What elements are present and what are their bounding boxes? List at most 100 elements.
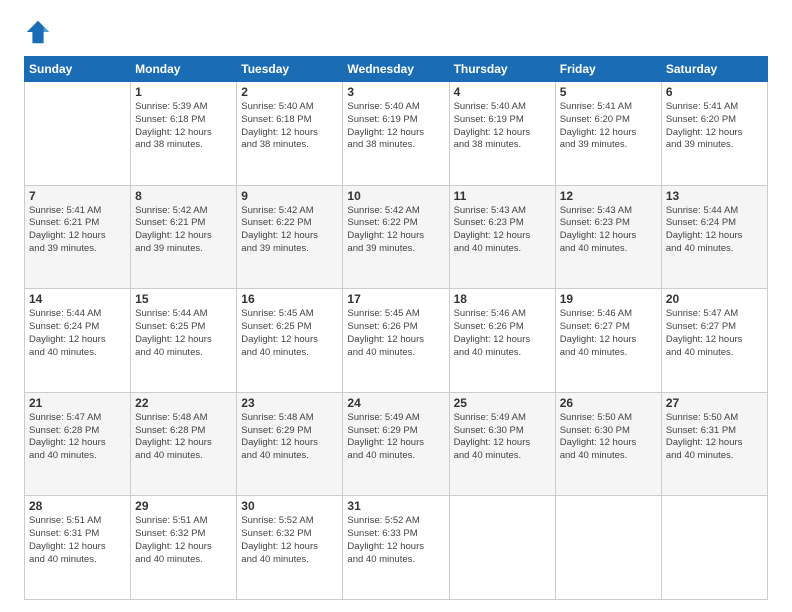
day-info: Sunrise: 5:45 AM Sunset: 6:26 PM Dayligh… bbox=[347, 308, 444, 359]
calendar-cell: 16 Sunrise: 5:45 AM Sunset: 6:25 PM Dayli… bbox=[237, 289, 343, 393]
calendar-week-row: 21 Sunrise: 5:47 AM Sunset: 6:28 PM Dayli… bbox=[25, 392, 768, 496]
day-info: Sunrise: 5:44 AM Sunset: 6:24 PM Dayligh… bbox=[666, 205, 763, 256]
calendar-cell: 4Sunrise: 5:40 AM Sunset: 6:19 PM Daylig… bbox=[449, 82, 555, 186]
day-info: Sunrise: 5:45 AM Sunset: 6:25 PM Dayligh… bbox=[241, 308, 338, 359]
calendar-cell bbox=[449, 496, 555, 600]
day-number: 8 bbox=[135, 189, 232, 203]
calendar-cell bbox=[661, 496, 767, 600]
day-info: Sunrise: 5:52 AM Sunset: 6:33 PM Dayligh… bbox=[347, 515, 444, 566]
calendar-cell: 22 Sunrise: 5:48 AM Sunset: 6:28 PM Dayli… bbox=[131, 392, 237, 496]
calendar-cell: 9 Sunrise: 5:42 AM Sunset: 6:22 PM Daylig… bbox=[237, 185, 343, 289]
day-info: Sunrise: 5:41 AM Sunset: 6:20 PM Dayligh… bbox=[666, 101, 763, 152]
day-info: Sunrise: 5:47 AM Sunset: 6:27 PM Dayligh… bbox=[666, 308, 763, 359]
calendar-day-header: Thursday bbox=[449, 57, 555, 82]
day-number: 12 bbox=[560, 189, 657, 203]
day-info: Sunrise: 5:43 AM Sunset: 6:23 PM Dayligh… bbox=[454, 205, 551, 256]
day-number: 26 bbox=[560, 396, 657, 410]
day-number: 1 bbox=[135, 85, 232, 99]
day-number: 29 bbox=[135, 499, 232, 513]
calendar-header-row: SundayMondayTuesdayWednesdayThursdayFrid… bbox=[25, 57, 768, 82]
day-number: 5 bbox=[560, 85, 657, 99]
day-info: Sunrise: 5:44 AM Sunset: 6:24 PM Dayligh… bbox=[29, 308, 126, 359]
day-number: 25 bbox=[454, 396, 551, 410]
calendar-week-row: 7 Sunrise: 5:41 AM Sunset: 6:21 PM Daylig… bbox=[25, 185, 768, 289]
day-info: Sunrise: 5:42 AM Sunset: 6:22 PM Dayligh… bbox=[241, 205, 338, 256]
day-info: Sunrise: 5:40 AM Sunset: 6:18 PM Dayligh… bbox=[241, 101, 338, 152]
calendar-cell: 27Sunrise: 5:50 AM Sunset: 6:31 PM Dayli… bbox=[661, 392, 767, 496]
day-number: 17 bbox=[347, 292, 444, 306]
calendar-cell: 2 Sunrise: 5:40 AM Sunset: 6:18 PM Daylig… bbox=[237, 82, 343, 186]
page: SundayMondayTuesdayWednesdayThursdayFrid… bbox=[0, 0, 792, 612]
day-number: 2 bbox=[241, 85, 338, 99]
day-info: Sunrise: 5:49 AM Sunset: 6:29 PM Dayligh… bbox=[347, 412, 444, 463]
day-info: Sunrise: 5:48 AM Sunset: 6:28 PM Dayligh… bbox=[135, 412, 232, 463]
calendar-cell bbox=[25, 82, 131, 186]
day-info: Sunrise: 5:40 AM Sunset: 6:19 PM Dayligh… bbox=[347, 101, 444, 152]
day-info: Sunrise: 5:48 AM Sunset: 6:29 PM Dayligh… bbox=[241, 412, 338, 463]
day-info: Sunrise: 5:51 AM Sunset: 6:31 PM Dayligh… bbox=[29, 515, 126, 566]
day-number: 14 bbox=[29, 292, 126, 306]
day-number: 13 bbox=[666, 189, 763, 203]
calendar-cell: 31Sunrise: 5:52 AM Sunset: 6:33 PM Dayli… bbox=[343, 496, 449, 600]
day-number: 30 bbox=[241, 499, 338, 513]
day-number: 20 bbox=[666, 292, 763, 306]
day-number: 16 bbox=[241, 292, 338, 306]
day-info: Sunrise: 5:50 AM Sunset: 6:30 PM Dayligh… bbox=[560, 412, 657, 463]
calendar-cell: 5 Sunrise: 5:41 AM Sunset: 6:20 PM Daylig… bbox=[555, 82, 661, 186]
day-info: Sunrise: 5:43 AM Sunset: 6:23 PM Dayligh… bbox=[560, 205, 657, 256]
calendar-cell: 13 Sunrise: 5:44 AM Sunset: 6:24 PM Dayli… bbox=[661, 185, 767, 289]
calendar-cell: 8 Sunrise: 5:42 AM Sunset: 6:21 PM Daylig… bbox=[131, 185, 237, 289]
day-info: Sunrise: 5:41 AM Sunset: 6:21 PM Dayligh… bbox=[29, 205, 126, 256]
day-info: Sunrise: 5:41 AM Sunset: 6:20 PM Dayligh… bbox=[560, 101, 657, 152]
calendar-week-row: 1 Sunrise: 5:39 AM Sunset: 6:18 PM Daylig… bbox=[25, 82, 768, 186]
calendar-day-header: Saturday bbox=[661, 57, 767, 82]
calendar-cell: 17 Sunrise: 5:45 AM Sunset: 6:26 PM Dayli… bbox=[343, 289, 449, 393]
day-info: Sunrise: 5:44 AM Sunset: 6:25 PM Dayligh… bbox=[135, 308, 232, 359]
day-number: 23 bbox=[241, 396, 338, 410]
calendar-cell: 25 Sunrise: 5:49 AM Sunset: 6:30 PM Dayli… bbox=[449, 392, 555, 496]
calendar-cell bbox=[555, 496, 661, 600]
calendar-day-header: Monday bbox=[131, 57, 237, 82]
day-number: 10 bbox=[347, 189, 444, 203]
calendar-cell: 26 Sunrise: 5:50 AM Sunset: 6:30 PM Dayli… bbox=[555, 392, 661, 496]
calendar-cell: 18Sunrise: 5:46 AM Sunset: 6:26 PM Dayli… bbox=[449, 289, 555, 393]
day-number: 22 bbox=[135, 396, 232, 410]
day-number: 24 bbox=[347, 396, 444, 410]
day-info: Sunrise: 5:39 AM Sunset: 6:18 PM Dayligh… bbox=[135, 101, 232, 152]
day-info: Sunrise: 5:46 AM Sunset: 6:26 PM Dayligh… bbox=[454, 308, 551, 359]
day-number: 19 bbox=[560, 292, 657, 306]
day-info: Sunrise: 5:51 AM Sunset: 6:32 PM Dayligh… bbox=[135, 515, 232, 566]
calendar-cell: 11Sunrise: 5:43 AM Sunset: 6:23 PM Dayli… bbox=[449, 185, 555, 289]
calendar-cell: 10 Sunrise: 5:42 AM Sunset: 6:22 PM Dayli… bbox=[343, 185, 449, 289]
day-number: 15 bbox=[135, 292, 232, 306]
day-info: Sunrise: 5:52 AM Sunset: 6:32 PM Dayligh… bbox=[241, 515, 338, 566]
calendar-cell: 7 Sunrise: 5:41 AM Sunset: 6:21 PM Daylig… bbox=[25, 185, 131, 289]
calendar-day-header: Wednesday bbox=[343, 57, 449, 82]
calendar-cell: 24 Sunrise: 5:49 AM Sunset: 6:29 PM Dayli… bbox=[343, 392, 449, 496]
calendar-week-row: 28 Sunrise: 5:51 AM Sunset: 6:31 PM Dayli… bbox=[25, 496, 768, 600]
calendar-cell: 6 Sunrise: 5:41 AM Sunset: 6:20 PM Daylig… bbox=[661, 82, 767, 186]
logo bbox=[24, 18, 56, 46]
day-number: 6 bbox=[666, 85, 763, 99]
logo-icon bbox=[24, 18, 52, 46]
calendar-cell: 15 Sunrise: 5:44 AM Sunset: 6:25 PM Dayli… bbox=[131, 289, 237, 393]
header bbox=[24, 18, 768, 46]
day-number: 28 bbox=[29, 499, 126, 513]
day-number: 9 bbox=[241, 189, 338, 203]
day-info: Sunrise: 5:46 AM Sunset: 6:27 PM Dayligh… bbox=[560, 308, 657, 359]
day-info: Sunrise: 5:49 AM Sunset: 6:30 PM Dayligh… bbox=[454, 412, 551, 463]
day-info: Sunrise: 5:42 AM Sunset: 6:22 PM Dayligh… bbox=[347, 205, 444, 256]
calendar-cell: 30 Sunrise: 5:52 AM Sunset: 6:32 PM Dayli… bbox=[237, 496, 343, 600]
calendar-cell: 12 Sunrise: 5:43 AM Sunset: 6:23 PM Dayli… bbox=[555, 185, 661, 289]
day-number: 21 bbox=[29, 396, 126, 410]
day-info: Sunrise: 5:42 AM Sunset: 6:21 PM Dayligh… bbox=[135, 205, 232, 256]
day-number: 7 bbox=[29, 189, 126, 203]
calendar-cell: 14 Sunrise: 5:44 AM Sunset: 6:24 PM Dayli… bbox=[25, 289, 131, 393]
day-number: 27 bbox=[666, 396, 763, 410]
calendar-day-header: Friday bbox=[555, 57, 661, 82]
calendar-cell: 1 Sunrise: 5:39 AM Sunset: 6:18 PM Daylig… bbox=[131, 82, 237, 186]
calendar-cell: 28 Sunrise: 5:51 AM Sunset: 6:31 PM Dayli… bbox=[25, 496, 131, 600]
day-number: 4 bbox=[454, 85, 551, 99]
day-info: Sunrise: 5:47 AM Sunset: 6:28 PM Dayligh… bbox=[29, 412, 126, 463]
calendar-day-header: Tuesday bbox=[237, 57, 343, 82]
